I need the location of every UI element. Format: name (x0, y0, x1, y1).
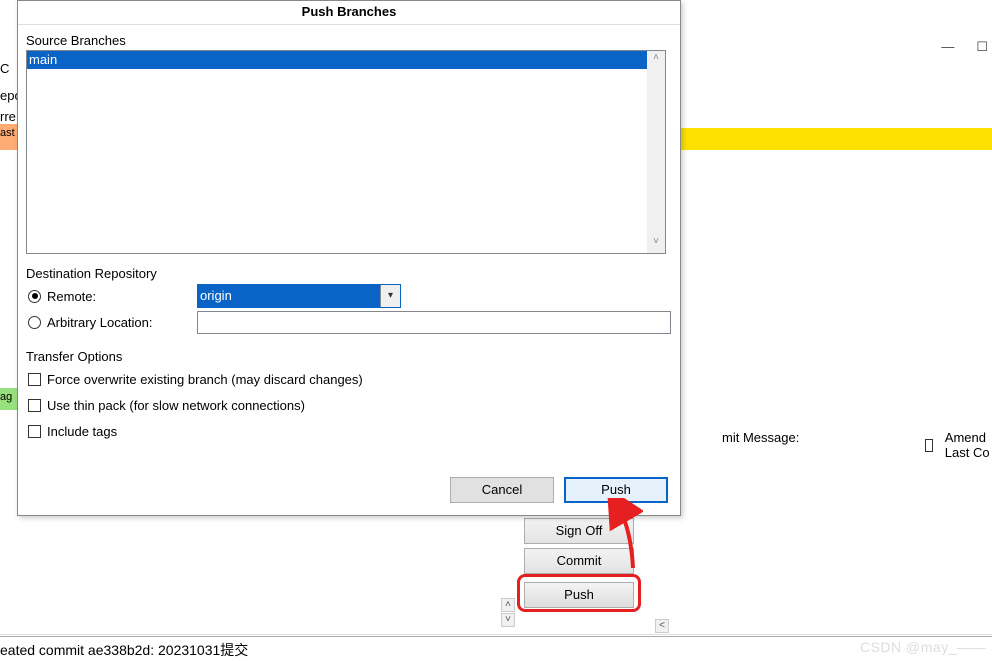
cancel-button[interactable]: Cancel (450, 477, 554, 503)
maximize-button[interactable]: ☐ (976, 40, 988, 53)
scroll-down-icon[interactable]: ˅ (501, 613, 515, 627)
arbitrary-location-input[interactable] (197, 311, 671, 334)
force-overwrite-label: Force overwrite existing branch (may dis… (47, 372, 363, 387)
arbitrary-location-label: Arbitrary Location: (47, 315, 197, 330)
push-button[interactable]: Push (524, 582, 634, 608)
scroll-up-icon[interactable]: ˄ (647, 51, 665, 69)
minimize-button[interactable]: — (941, 40, 954, 53)
remote-radio[interactable] (28, 290, 41, 303)
use-thin-pack-checkbox[interactable] (28, 399, 41, 412)
scroll-up-icon[interactable]: ˄ (501, 598, 515, 612)
include-tags-checkbox[interactable] (28, 425, 41, 438)
remote-radio-label: Remote: (47, 289, 197, 304)
dialog-title: Push Branches (18, 1, 680, 25)
chevron-down-icon[interactable]: ▾ (380, 285, 400, 307)
commit-button[interactable]: Commit (524, 548, 634, 574)
scroll-down-icon[interactable]: ˅ (647, 235, 665, 253)
bg-highlight-row (680, 128, 992, 150)
list-item[interactable]: main (27, 51, 647, 69)
source-branches-listbox[interactable]: main ˄ ˅ (26, 50, 666, 254)
push-dialog-button[interactable]: Push (564, 477, 668, 503)
sign-off-button[interactable]: Sign Off (524, 518, 634, 544)
include-tags-label: Include tags (47, 424, 117, 439)
commit-message-label: mit Message: (722, 430, 799, 445)
amend-last-commit-label: Amend Last Co (945, 430, 992, 460)
destination-repository-label: Destination Repository (26, 266, 672, 281)
status-bar-text: eated commit ae338b2d: 20231031提交 (0, 640, 248, 660)
scrollbar[interactable]: ˄ ˅ (647, 51, 665, 253)
remote-select[interactable]: origin ▾ (197, 284, 401, 308)
push-branches-dialog: Push Branches Source Branches main ˄ ˅ D… (17, 0, 681, 516)
arbitrary-location-radio[interactable] (28, 316, 41, 329)
use-thin-pack-label: Use thin pack (for slow network connecti… (47, 398, 305, 413)
remote-select-value: origin (198, 285, 380, 307)
transfer-options-label: Transfer Options (26, 349, 672, 364)
force-overwrite-checkbox[interactable] (28, 373, 41, 386)
amend-last-commit-checkbox[interactable] (925, 439, 933, 452)
source-branches-label: Source Branches (26, 33, 672, 48)
scroll-left-icon[interactable]: ˂ (655, 619, 669, 633)
watermark: CSDN @may_—— (860, 639, 986, 655)
